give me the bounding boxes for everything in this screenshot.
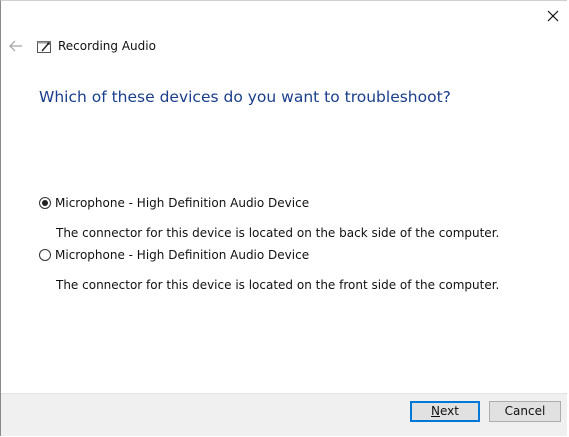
option-label: Microphone - High Definition Audio Devic… xyxy=(55,196,310,210)
close-button[interactable] xyxy=(545,8,561,24)
troubleshooter-window: Recording Audio Which of these devices d… xyxy=(0,0,567,436)
option-front-microphone[interactable]: Microphone - High Definition Audio Devic… xyxy=(39,247,309,263)
next-button[interactable]: Next xyxy=(410,401,480,422)
close-icon xyxy=(547,10,559,22)
window-title: Recording Audio xyxy=(58,39,156,53)
option-back-microphone[interactable]: Microphone - High Definition Audio Devic… xyxy=(39,195,309,211)
option-description: The connector for this device is located… xyxy=(56,226,500,240)
radio-button-selected[interactable] xyxy=(39,197,51,209)
radio-button[interactable] xyxy=(39,249,51,261)
troubleshooter-icon xyxy=(37,39,52,53)
next-label: ext xyxy=(440,404,459,418)
page-heading: Which of these devices do you want to tr… xyxy=(39,88,451,106)
next-accelerator: N xyxy=(431,404,440,418)
back-arrow-icon xyxy=(9,40,22,52)
option-description: The connector for this device is located… xyxy=(56,278,500,292)
cancel-button[interactable]: Cancel xyxy=(489,401,561,422)
button-bar: Next Cancel xyxy=(1,393,567,436)
back-button[interactable] xyxy=(8,38,24,54)
option-label: Microphone - High Definition Audio Devic… xyxy=(55,248,310,262)
